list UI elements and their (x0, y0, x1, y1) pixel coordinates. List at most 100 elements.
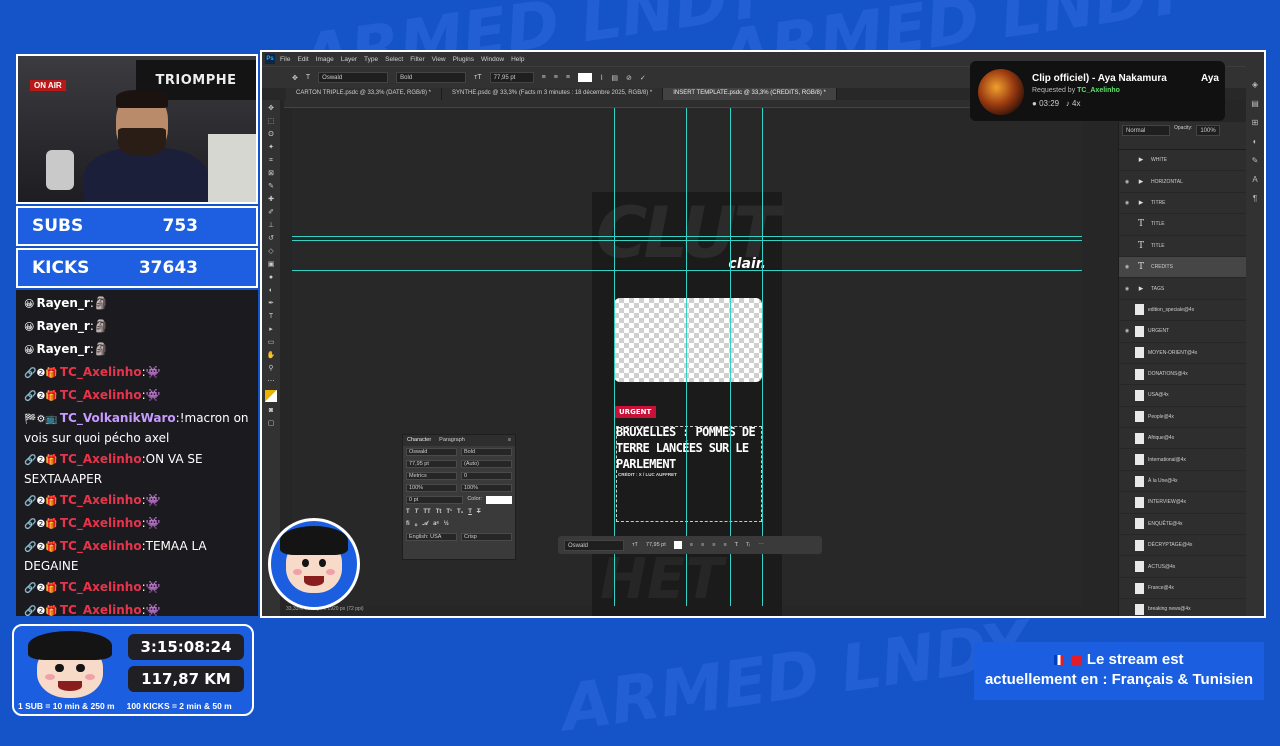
font-family-select[interactable]: Oswald (318, 72, 389, 83)
strikethrough-icon[interactable]: T (477, 509, 481, 515)
layer-row[interactable]: ◉ ▸ TITRE (1119, 193, 1246, 215)
menu-item-type[interactable]: Type (364, 56, 378, 63)
layer-row[interactable]: INTERVIEW@4x (1119, 492, 1246, 514)
layer-row[interactable]: ACTUS@4x (1119, 556, 1246, 578)
panel-menu-icon[interactable]: ≡ (508, 437, 511, 444)
eyedropper-tool-icon[interactable]: ✎ (268, 182, 274, 191)
layer-row[interactable]: ◉ T CREDITS (1119, 256, 1246, 279)
char-font-select[interactable]: Oswald (406, 448, 457, 456)
brush-tool-icon[interactable]: ✐ (268, 208, 274, 217)
menu-item-window[interactable]: Window (481, 56, 504, 63)
char-size-field[interactable]: 77,95 pt (406, 460, 457, 468)
ctx-align-center-icon[interactable]: ≡ (701, 542, 704, 548)
char-vscale-field[interactable]: 100% (406, 484, 457, 492)
panel-icon[interactable]: A (1252, 175, 1257, 184)
ctx-warp-icon[interactable]: Ꚍ (735, 542, 738, 548)
ctx-color-swatch[interactable] (673, 541, 682, 549)
chat-username[interactable]: TC_Axelinho (60, 539, 142, 553)
color-swatches[interactable] (265, 390, 277, 402)
document-tab[interactable]: CARTON TRIPLE.psdc @ 33,3% (DATE, RGB/8)… (286, 88, 443, 100)
char-language-select[interactable]: English: USA (406, 533, 457, 541)
tab-character[interactable]: Character (407, 437, 431, 444)
panel-icon[interactable]: ¶ (1253, 194, 1257, 203)
chat-username[interactable]: TC_Axelinho (60, 452, 142, 466)
cancel-icon[interactable]: ⊘ (626, 74, 632, 82)
layer-row[interactable]: MOYEN-ORIENT@4x (1119, 343, 1246, 364)
layer-row[interactable]: DONATIONS@4x (1119, 364, 1246, 386)
visibility-eye-icon[interactable]: ◉ (1123, 286, 1131, 292)
layer-row[interactable]: DÉCRYPTAGE@4x (1119, 535, 1246, 557)
opacity-field[interactable]: 100% (1196, 125, 1220, 136)
layer-row[interactable]: International@4x (1119, 449, 1246, 471)
faux-bold-icon[interactable]: T (406, 509, 410, 515)
chat-username[interactable]: TC_Axelinho (60, 580, 142, 594)
menu-item-edit[interactable]: Edit (297, 56, 308, 63)
chat-username[interactable]: TC_Axelinho (60, 365, 142, 379)
menu-item-select[interactable]: Select (385, 56, 403, 63)
menu-item-filter[interactable]: Filter (410, 56, 424, 63)
visibility-eye-icon[interactable]: ◉ (1123, 264, 1131, 270)
visibility-eye-icon[interactable]: ◉ (1123, 328, 1131, 334)
swash-icon[interactable]: 𝒜 (422, 521, 428, 528)
crop-tool-icon[interactable]: ⌗ (269, 156, 273, 165)
menu-item-view[interactable]: View (432, 56, 446, 63)
path-select-icon[interactable]: ▸ (269, 325, 273, 334)
layer-row[interactable]: breaking news@4x (1119, 599, 1246, 616)
visibility-eye-icon[interactable]: ◉ (1123, 200, 1131, 206)
panel-icon[interactable]: ⊞ (1252, 118, 1259, 127)
quick-mask-icon[interactable]: ◙ (269, 406, 273, 415)
guide-vertical[interactable] (686, 108, 687, 606)
char-style-select[interactable]: Bold (461, 448, 512, 456)
wand-tool-icon[interactable]: ✦ (268, 143, 274, 152)
layer-row[interactable]: T TITLE (1119, 214, 1246, 236)
menu-item-layer[interactable]: Layer (341, 56, 357, 63)
menu-item-file[interactable]: File (280, 56, 290, 63)
warp-text-icon[interactable]: ⌇ (600, 74, 603, 82)
char-antialias-select[interactable]: Crisp (461, 533, 512, 541)
layer-row[interactable]: ◉ URGENT (1119, 321, 1246, 343)
layer-row[interactable]: Afrique@4x (1119, 428, 1246, 450)
guide-horizontal[interactable] (292, 240, 1082, 241)
guide-vertical[interactable] (614, 108, 615, 606)
guide-vertical[interactable] (730, 108, 731, 606)
panels-icon[interactable]: ▤ (611, 74, 618, 82)
chat-username[interactable]: TC_Axelinho (60, 603, 142, 616)
layer-row[interactable]: ◉ ▸ TAGS (1119, 278, 1246, 300)
ordinals-icon[interactable]: aᵃ (433, 521, 439, 528)
guide-horizontal[interactable] (292, 236, 1082, 237)
layer-row[interactable]: ◉ ▸ HORIZONTAL (1119, 171, 1246, 193)
ctx-align-left-icon[interactable]: ≡ (690, 542, 693, 548)
layer-row[interactable]: T TITLE (1119, 236, 1246, 257)
lasso-tool-icon[interactable]: ʘ (268, 130, 273, 139)
layer-row[interactable]: People@4x (1119, 407, 1246, 429)
history-brush-icon[interactable]: ↺ (268, 234, 274, 243)
ctx-size-field[interactable]: 77,95 pt (646, 542, 666, 548)
ctx-more-icon[interactable]: ⋯ (758, 542, 764, 548)
char-baseline-field[interactable]: 0 pt (406, 496, 464, 504)
ctx-align-right-icon[interactable]: ≡ (712, 542, 715, 548)
document-tab[interactable]: INSERT TEMPLATE.psdc @ 33,3% (CREDITS, R… (663, 88, 837, 100)
hand-tool-icon[interactable]: ✋ (267, 351, 276, 360)
canvas-area[interactable]: CLUT clair. URGENT BRUXELLES : POMMES DE… (292, 108, 1082, 616)
tab-paragraph[interactable]: Paragraph (439, 437, 465, 444)
marquee-tool-icon[interactable]: ⬚ (268, 117, 275, 126)
align-left-icon[interactable]: ≡ (542, 74, 546, 81)
char-kerning-field[interactable]: Metrics (406, 472, 457, 480)
type-tool-icon[interactable]: T (269, 312, 273, 321)
document-artboard[interactable]: CLUT clair. URGENT BRUXELLES : POMMES DE… (592, 192, 782, 616)
small-caps-icon[interactable]: Tt (436, 509, 442, 515)
panel-icon[interactable]: ▤ (1251, 99, 1259, 108)
menu-item-image[interactable]: Image (316, 56, 334, 63)
document-tab[interactable]: SYNTHE.psdc @ 33,3% (Facts m 3 minutes :… (442, 88, 664, 100)
blur-tool-icon[interactable]: ● (269, 273, 273, 282)
font-size-field[interactable]: 77,95 pt (489, 72, 534, 83)
text-bounding-box[interactable] (616, 426, 762, 522)
ctx-font-select[interactable]: Oswald (564, 539, 624, 551)
screen-mode-icon[interactable]: ▢ (268, 419, 275, 428)
char-hscale-field[interactable]: 100% (461, 484, 512, 492)
healing-tool-icon[interactable]: ✚ (268, 195, 274, 204)
chat-username[interactable]: TC_Axelinho (60, 516, 142, 530)
dodge-tool-icon[interactable]: ◐ (269, 286, 273, 295)
font-style-select[interactable]: Bold (396, 72, 467, 83)
blend-mode-select[interactable]: Normal (1122, 125, 1170, 136)
